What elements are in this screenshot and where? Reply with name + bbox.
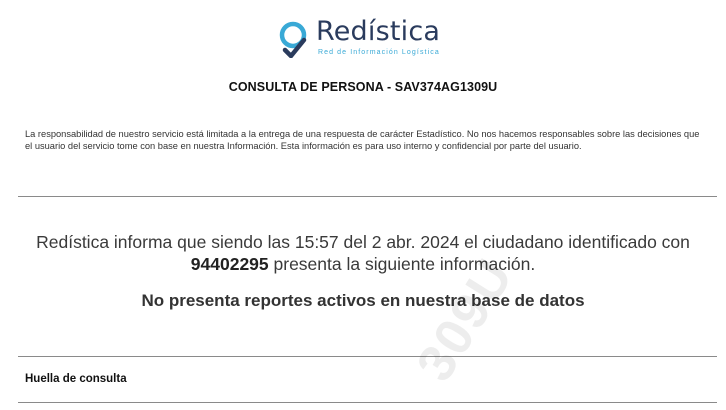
divider — [18, 356, 717, 357]
brand-logo: Redística Red de Información Logística — [276, 16, 440, 62]
brand-name: Redística — [316, 16, 441, 47]
brand-text: Redística Red de Información Logística — [316, 16, 440, 57]
statement-part-1: Redística informa que siendo las 15:57 d… — [36, 232, 690, 252]
citizen-id: 94402295 — [190, 254, 269, 274]
document-title: CONSULTA DE PERSONA - SAV374AG1309U — [228, 80, 498, 94]
divider — [18, 402, 717, 403]
report-result: No presenta reportes activos en nuestra … — [141, 291, 585, 310]
section-label-huella: Huella de consulta — [25, 373, 127, 385]
statement-part-2: presenta la siguiente información. — [268, 254, 536, 274]
location-pin-check-icon — [279, 21, 307, 58]
divider — [18, 196, 717, 197]
disclaimer-text: La responsabilidad de nuestro servicio e… — [25, 129, 700, 151]
brand-tagline: Red de Información Logística — [318, 49, 440, 56]
report-statement: Redística informa que siendo las 15:57 d… — [0, 231, 726, 275]
